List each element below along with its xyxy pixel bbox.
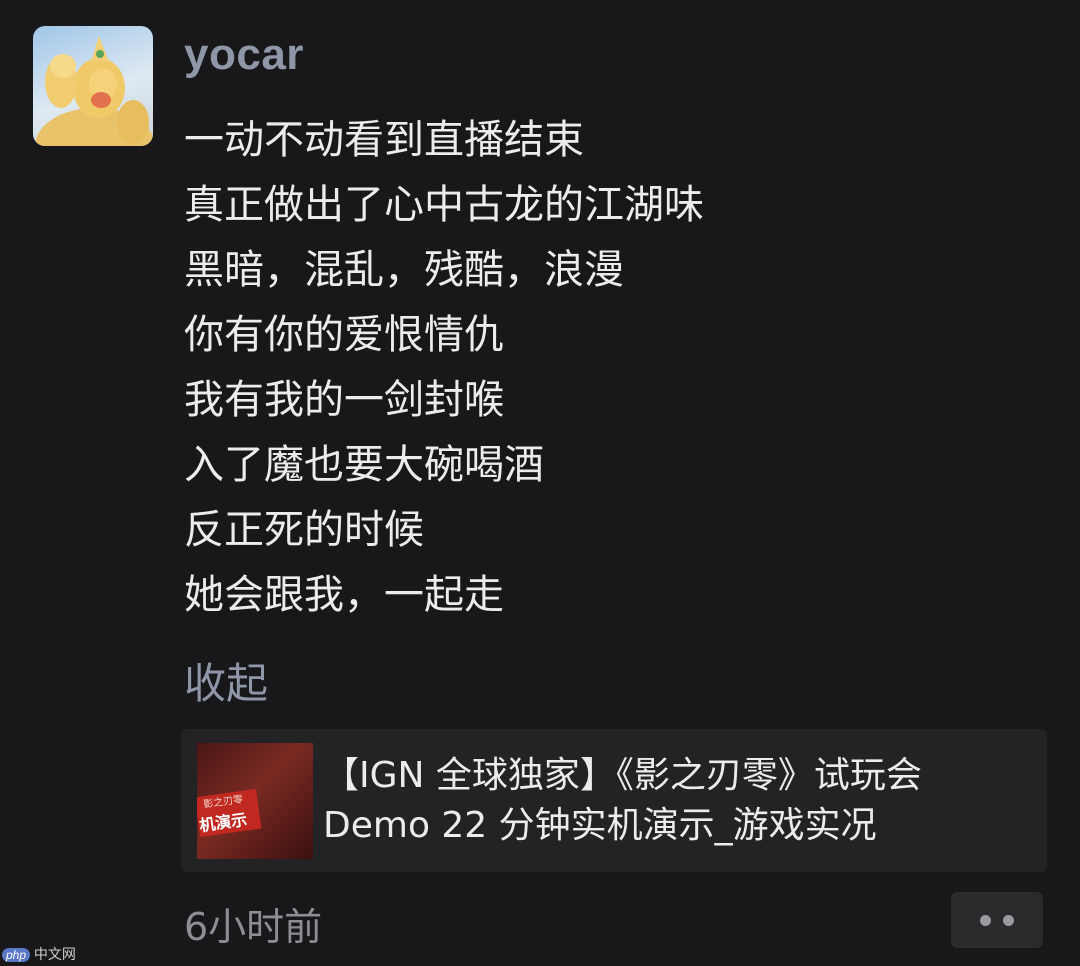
post-line: 我有我的一剑封喉 xyxy=(184,377,504,423)
post-timestamp: 6小时前 xyxy=(184,905,323,949)
post-body: 一动不动看到直播结束 真正做出了心中古龙的江湖味 黑暗，混乱，残酷，浪漫 你有你… xyxy=(184,108,1044,628)
username[interactable]: yocar xyxy=(184,30,304,80)
post-line: 入了魔也要大碗喝酒 xyxy=(184,442,544,488)
post-line: 真正做出了心中古龙的江湖味 xyxy=(184,182,704,228)
post-line: 她会跟我，一起走 xyxy=(184,572,504,618)
collapse-link[interactable]: 收起 xyxy=(184,650,268,711)
more-dot-icon xyxy=(1003,914,1014,926)
link-title-line: Demo 22 分钟实机演示_游戏实况 xyxy=(323,805,877,846)
watermark-logo: php xyxy=(2,948,31,962)
post-line: 一动不动看到直播结束 xyxy=(184,117,584,163)
more-dot-icon xyxy=(980,914,991,926)
thumbnail-caption-large: 机演示 xyxy=(198,809,249,836)
avatar[interactable] xyxy=(33,26,153,146)
post-line: 你有你的爱恨情仇 xyxy=(184,312,504,358)
watermark: php 中文网 xyxy=(2,944,76,964)
post-line: 黑暗，混乱，残酷，浪漫 xyxy=(184,247,624,293)
link-title: 【IGN 全球独家】《影之刃零》试玩会 Demo 22 分钟实机演示_游戏实况 xyxy=(323,751,1033,851)
watermark-text: 中文网 xyxy=(33,946,76,962)
shared-link-card[interactable]: 影之刃零 机演示 【IGN 全球独家】《影之刃零》试玩会 Demo 22 分钟实… xyxy=(181,729,1047,872)
more-options-button[interactable] xyxy=(951,892,1043,948)
link-title-line: 【IGN 全球独家】《影之刃零》试玩会 xyxy=(323,755,922,796)
post-line: 反正死的时候 xyxy=(184,507,424,553)
link-thumbnail: 影之刃零 机演示 xyxy=(197,743,313,859)
avatar-image xyxy=(35,36,153,146)
